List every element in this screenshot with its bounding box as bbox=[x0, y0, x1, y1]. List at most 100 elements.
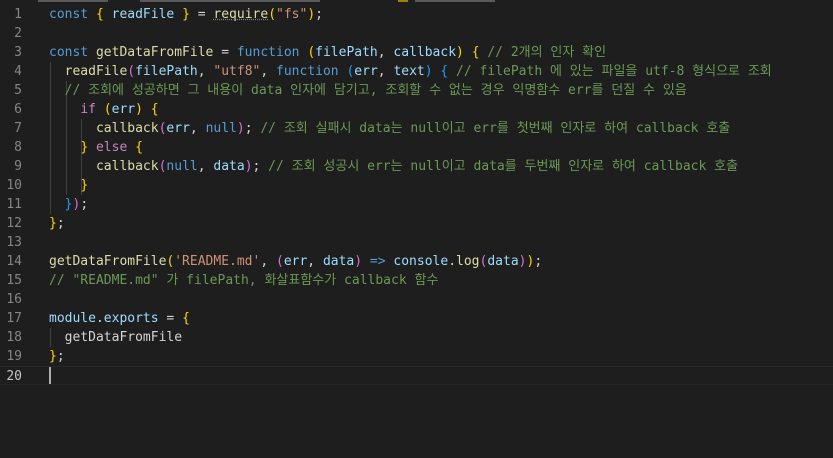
code-token: ) bbox=[424, 64, 433, 79]
code-line[interactable]: 10 } bbox=[0, 176, 833, 195]
code-token: getDataFromFile bbox=[49, 254, 167, 269]
line-code[interactable]: callback(err, null); // 조회 실패시 data는 nul… bbox=[49, 119, 730, 138]
code-token: "fs" bbox=[276, 7, 308, 22]
line-number: 8 bbox=[14, 140, 22, 155]
code-token: ( bbox=[268, 7, 277, 22]
scrolled-line-strip bbox=[0, 0, 833, 3]
line-code[interactable]: getDataFromFile bbox=[49, 328, 182, 347]
code-token: . bbox=[448, 254, 457, 269]
code-token: ; bbox=[315, 7, 323, 22]
line-code[interactable]: const { readFile } = require("fs"); bbox=[49, 5, 323, 24]
code-line[interactable]: 16 bbox=[0, 290, 833, 309]
code-token: exports bbox=[103, 311, 159, 326]
line-code[interactable]: callback(null, data); // 조회 성공시 err는 nul… bbox=[49, 157, 738, 176]
code-line[interactable]: 6 if (err) { bbox=[0, 100, 833, 119]
code-token: callback bbox=[95, 159, 159, 174]
code-line[interactable]: 2 bbox=[0, 24, 833, 43]
code-token: else bbox=[95, 140, 128, 155]
line-number: 16 bbox=[6, 292, 22, 307]
code-token: ; bbox=[56, 216, 65, 231]
code-line[interactable]: 17 module.exports = { bbox=[0, 309, 833, 328]
code-line[interactable]: 14 getDataFromFile('README.md', (err, dat… bbox=[0, 252, 833, 271]
code-line[interactable]: 5 // 조회에 성공하면 그 내용이 data 인자에 담기고, 조회할 수 … bbox=[0, 81, 833, 100]
code-token: { bbox=[95, 7, 104, 22]
line-number: 17 bbox=[6, 311, 22, 326]
code-token: const bbox=[49, 45, 89, 60]
code-token: ) bbox=[244, 159, 253, 174]
code-token: { bbox=[471, 45, 480, 60]
code-token: , bbox=[377, 64, 394, 79]
line-code[interactable]: } else { bbox=[49, 138, 143, 157]
code-token: data bbox=[322, 254, 355, 269]
line-number: 3 bbox=[14, 45, 22, 60]
line-code[interactable]: readFile(filePath, "utf8", function (err… bbox=[49, 62, 772, 81]
line-number: 15 bbox=[6, 273, 22, 288]
code-line[interactable]: 8 } else { bbox=[0, 138, 833, 157]
code-line[interactable]: 13 bbox=[0, 233, 833, 252]
code-token: function bbox=[236, 45, 300, 60]
strip-mark bbox=[38, 0, 108, 2]
line-number: 7 bbox=[14, 121, 22, 136]
code-token: callback bbox=[95, 121, 159, 136]
code-token: , bbox=[260, 64, 277, 79]
code-line[interactable]: 12}; bbox=[0, 214, 833, 233]
code-token: } bbox=[49, 216, 57, 231]
code-token: ( bbox=[307, 45, 316, 60]
line-number: 6 bbox=[14, 102, 22, 117]
code-token: data bbox=[487, 254, 519, 269]
line-code[interactable]: }); bbox=[49, 195, 88, 214]
code-token: filePath bbox=[315, 45, 378, 60]
code-token: => bbox=[369, 254, 386, 269]
code-token: callback bbox=[393, 45, 457, 60]
line-code[interactable]: const getDataFromFile = function (filePa… bbox=[49, 43, 606, 62]
code-token: null bbox=[166, 159, 198, 174]
code-token: ; bbox=[56, 349, 65, 364]
line-code[interactable]: // "README.md" 가 filePath, 화살표함수가 callba… bbox=[49, 271, 438, 290]
line-number: 10 bbox=[6, 178, 22, 193]
code-line[interactable]: 15 // "README.md" 가 filePath, 화살표함수가 call… bbox=[0, 271, 833, 290]
line-number: 9 bbox=[14, 159, 22, 174]
code-line[interactable]: 3 const getDataFromFile = function (fileP… bbox=[0, 43, 833, 62]
code-token: null bbox=[205, 121, 237, 136]
line-code[interactable]: getDataFromFile('README.md', (err, data)… bbox=[49, 252, 542, 271]
code-token: } bbox=[49, 349, 57, 364]
code-line[interactable]: 1 const { readFile } = require("fs"); bbox=[0, 5, 833, 24]
code-token: err bbox=[111, 102, 136, 117]
code-line[interactable]: 11 }); bbox=[0, 195, 833, 214]
code-token: // 조회에 성공하면 그 내용이 data 인자에 담기고, 조회할 수 없는… bbox=[49, 83, 687, 98]
line-code[interactable]: }; bbox=[49, 214, 65, 233]
strip-mark bbox=[140, 0, 320, 2]
code-token: module bbox=[49, 311, 96, 326]
code-token: = bbox=[213, 45, 237, 60]
code-token: filePath bbox=[135, 64, 198, 79]
code-token: , bbox=[197, 159, 214, 174]
line-code[interactable]: // 조회에 성공하면 그 내용이 data 인자에 담기고, 조회할 수 없는… bbox=[49, 81, 687, 100]
line-code[interactable]: if (err) { bbox=[49, 100, 158, 119]
line-code[interactable]: } bbox=[49, 176, 88, 195]
code-line[interactable]: 9 callback(null, data); // 조회 성공시 err는 n… bbox=[0, 157, 833, 176]
code-line[interactable]: 18 getDataFromFile bbox=[0, 328, 833, 347]
line-number: 12 bbox=[6, 216, 22, 231]
line-code[interactable]: }; bbox=[49, 347, 65, 366]
code-line[interactable]: 4 readFile(filePath, "utf8", function (e… bbox=[0, 62, 833, 81]
code-token: err bbox=[166, 121, 190, 136]
code-token: if bbox=[80, 102, 96, 117]
code-token: ) bbox=[456, 45, 464, 60]
code-token: const bbox=[49, 7, 89, 22]
code-editor[interactable]: 1 const { readFile } = require("fs"); 2 3 co… bbox=[0, 0, 833, 458]
code-line[interactable]: 20 bbox=[0, 366, 833, 385]
line-code[interactable]: module.exports = { bbox=[49, 309, 190, 328]
code-line[interactable]: 19}; bbox=[0, 347, 833, 366]
line-number: 13 bbox=[6, 235, 22, 250]
strip-mark bbox=[415, 0, 495, 2]
code-token: , bbox=[260, 254, 276, 269]
code-line[interactable]: 7 callback(err, null); // 조회 실패시 data는 n… bbox=[0, 119, 833, 138]
